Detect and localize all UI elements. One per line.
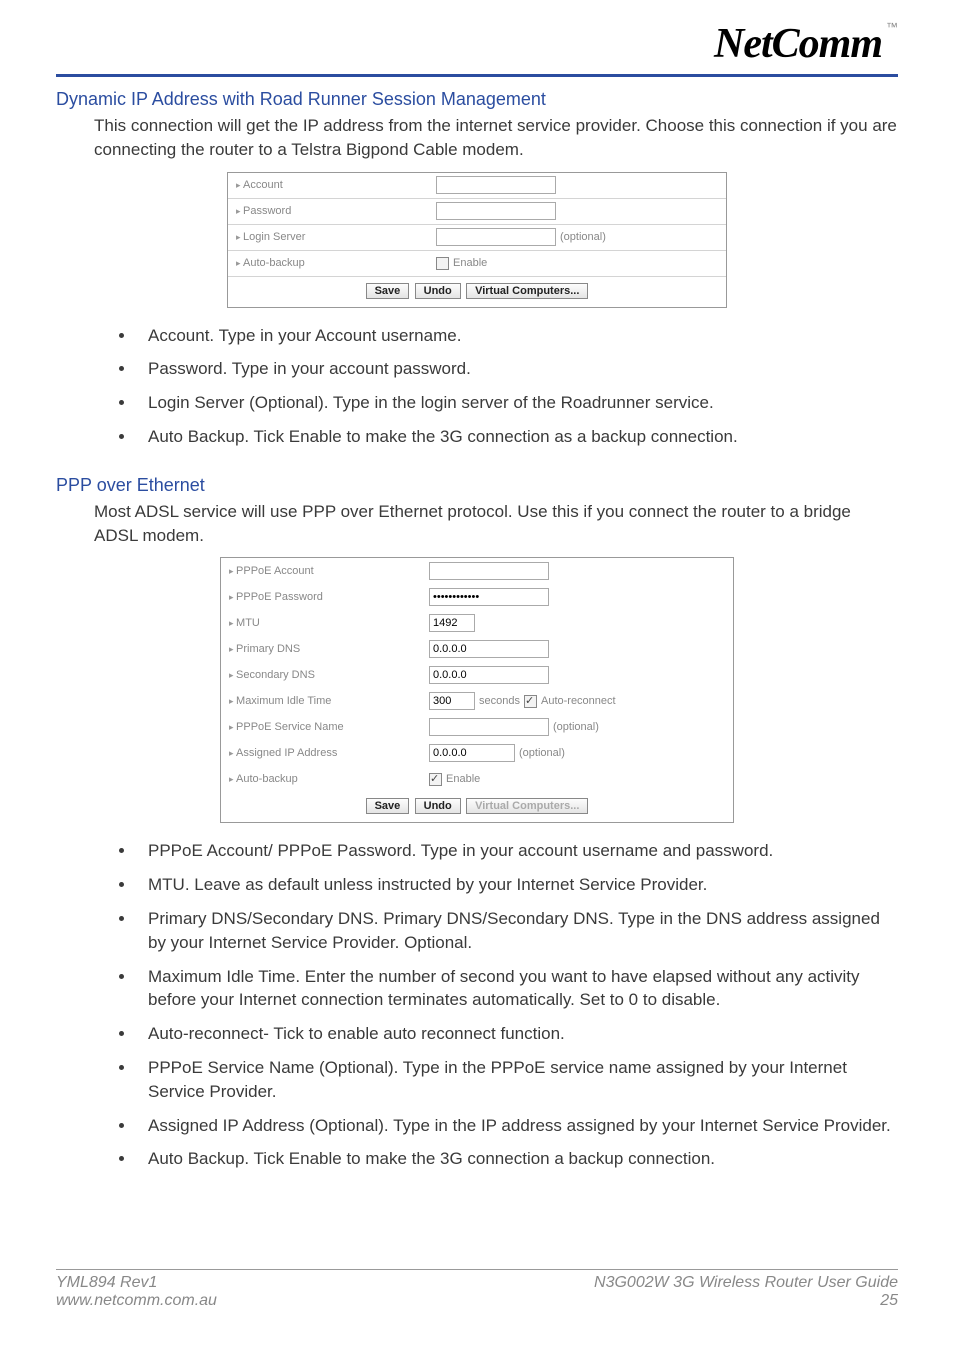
auto-reconnect-checkbox[interactable]	[524, 695, 537, 708]
footer-divider	[56, 1269, 898, 1270]
virtual-computers-button[interactable]: Virtual Computers...	[466, 283, 588, 299]
enable-label-2: Enable	[446, 773, 480, 785]
auto-backup-label: Auto-backup	[236, 257, 436, 269]
list-item: PPPoE Service Name (Optional). Type in t…	[136, 1056, 898, 1104]
assigned-ip-optional-note: (optional)	[519, 747, 565, 759]
header-divider	[56, 74, 898, 77]
section-heading-pppoe: PPP over Ethernet	[56, 475, 898, 496]
dynamic-ip-bullets: Account. Type in your Account username. …	[136, 324, 898, 449]
auto-backup-label-2: Auto-backup	[229, 773, 429, 785]
list-item: Auto Backup. Tick Enable to make the 3G …	[136, 1147, 898, 1171]
brand-logo: NetComm ™	[714, 20, 898, 68]
pppoe-password-input[interactable]	[429, 588, 549, 606]
section-heading-dynamic-ip: Dynamic IP Address with Road Runner Sess…	[56, 89, 898, 110]
login-server-input[interactable]	[436, 228, 556, 246]
service-name-optional-note: (optional)	[553, 721, 599, 733]
doc-revision: YML894 Rev1	[56, 1274, 157, 1291]
list-item: Primary DNS/Secondary DNS. Primary DNS/S…	[136, 907, 898, 955]
pppoe-account-label: PPPoE Account	[229, 565, 429, 577]
dynamic-ip-form: Account Password Login Server (optional)…	[227, 172, 727, 308]
section-intro-dynamic-ip: This connection will get the IP address …	[94, 114, 898, 162]
assigned-ip-input[interactable]	[429, 744, 515, 762]
trademark-icon: ™	[886, 20, 898, 34]
list-item: Assigned IP Address (Optional). Type in …	[136, 1114, 898, 1138]
seconds-label: seconds	[479, 695, 520, 707]
secondary-dns-label: Secondary DNS	[229, 669, 429, 681]
undo-button-2[interactable]: Undo	[415, 798, 461, 814]
list-item: Maximum Idle Time. Enter the number of s…	[136, 965, 898, 1013]
account-input[interactable]	[436, 176, 556, 194]
logo-text: NetComm	[714, 21, 882, 67]
list-item: PPPoE Account/ PPPoE Password. Type in y…	[136, 839, 898, 863]
enable-label: Enable	[453, 257, 487, 269]
pppoe-bullets: PPPoE Account/ PPPoE Password. Type in y…	[136, 839, 898, 1171]
pppoe-form: PPPoE Account PPPoE Password MTU Primary…	[220, 557, 734, 823]
auto-backup-checkbox-2[interactable]	[429, 773, 442, 786]
primary-dns-label: Primary DNS	[229, 643, 429, 655]
primary-dns-input[interactable]	[429, 640, 549, 658]
account-label: Account	[236, 179, 436, 191]
password-input[interactable]	[436, 202, 556, 220]
max-idle-input[interactable]	[429, 692, 475, 710]
doc-url: www.netcomm.com.au	[56, 1292, 217, 1309]
mtu-input[interactable]	[429, 614, 475, 632]
footer-right: N3G002W 3G Wireless Router User Guide 25	[594, 1274, 898, 1310]
form-button-row-2: Save Undo Virtual Computers...	[221, 792, 733, 822]
virtual-computers-button-2[interactable]: Virtual Computers...	[466, 798, 588, 814]
undo-button[interactable]: Undo	[415, 283, 461, 299]
assigned-ip-label: Assigned IP Address	[229, 747, 429, 759]
section-intro-pppoe: Most ADSL service will use PPP over Ethe…	[94, 500, 898, 548]
list-item: Password. Type in your account password.	[136, 357, 898, 381]
password-label: Password	[236, 205, 436, 217]
auto-backup-checkbox[interactable]	[436, 257, 449, 270]
max-idle-label: Maximum Idle Time	[229, 695, 429, 707]
footer-left: YML894 Rev1 www.netcomm.com.au	[56, 1274, 217, 1310]
login-server-optional-note: (optional)	[560, 231, 606, 243]
list-item: Auto Backup. Tick Enable to make the 3G …	[136, 425, 898, 449]
secondary-dns-input[interactable]	[429, 666, 549, 684]
login-server-label: Login Server	[236, 231, 436, 243]
pppoe-password-label: PPPoE Password	[229, 591, 429, 603]
page-number: 25	[880, 1292, 898, 1309]
save-button[interactable]: Save	[366, 283, 410, 299]
pppoe-account-input[interactable]	[429, 562, 549, 580]
list-item: Account. Type in your Account username.	[136, 324, 898, 348]
auto-reconnect-label: Auto-reconnect	[541, 695, 616, 707]
doc-title: N3G002W 3G Wireless Router User Guide	[594, 1274, 898, 1291]
mtu-label: MTU	[229, 617, 429, 629]
service-name-input[interactable]	[429, 718, 549, 736]
save-button-2[interactable]: Save	[366, 798, 410, 814]
form-button-row: Save Undo Virtual Computers...	[228, 277, 726, 307]
list-item: MTU. Leave as default unless instructed …	[136, 873, 898, 897]
page-header: NetComm ™	[56, 20, 898, 74]
list-item: Login Server (Optional). Type in the log…	[136, 391, 898, 415]
list-item: Auto-reconnect- Tick to enable auto reco…	[136, 1022, 898, 1046]
page-footer: YML894 Rev1 www.netcomm.com.au N3G002W 3…	[56, 1269, 898, 1310]
service-name-label: PPPoE Service Name	[229, 721, 429, 733]
